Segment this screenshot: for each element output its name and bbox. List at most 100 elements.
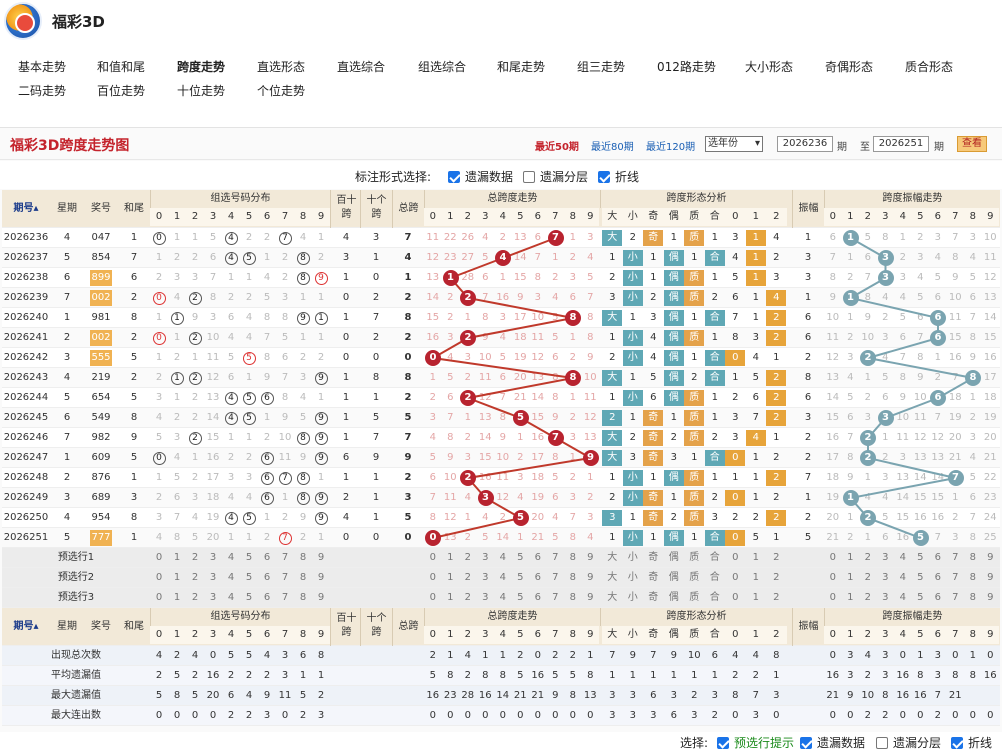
nav-item[interactable]: 个位走势 [257,82,305,99]
footer-opt-predict[interactable]: 预选行提示 [717,734,794,751]
option-miss-data[interactable]: 遗漏数据 [448,168,513,185]
nav-item[interactable]: 十位走势 [177,82,225,99]
nav-item[interactable]: 直选综合 [337,58,385,75]
predict-digit[interactable]: 8 [964,548,982,568]
predict-digit[interactable]: 6 [929,588,947,608]
predict-digit[interactable]: 8 [294,588,312,608]
predict-shape[interactable]: 0 [725,548,746,568]
predict-digit[interactable]: 0 [824,568,842,588]
predict-digit[interactable]: 1 [842,548,860,568]
predict-digit[interactable]: 9 [312,548,330,568]
from-issue-input[interactable]: 2026236 [777,136,833,152]
predict-digit[interactable]: 7 [276,548,294,568]
predict-digit[interactable]: 2 [186,548,204,568]
nav-item[interactable]: 百位走势 [97,82,145,99]
predict-shape[interactable]: 小 [623,568,644,588]
option-miss-layer[interactable]: 遗漏分层 [523,168,588,185]
predict-digit[interactable]: 8 [294,568,312,588]
predict-shape[interactable]: 偶 [664,588,685,608]
predict-digit[interactable]: 0 [424,588,442,608]
predict-digit[interactable]: 7 [547,568,565,588]
nav-item[interactable]: 质合形态 [905,58,953,75]
predict-shape[interactable]: 质 [684,548,705,568]
predict-digit[interactable]: 4 [494,568,512,588]
predict-digit[interactable]: 0 [824,588,842,608]
predict-digit[interactable]: 3 [477,548,495,568]
predict-digit[interactable]: 2 [459,568,477,588]
predict-digit[interactable]: 5 [512,568,530,588]
predict-digit[interactable]: 8 [564,548,582,568]
predict-digit[interactable]: 3 [877,588,895,608]
predict-digit[interactable]: 4 [894,568,912,588]
year-select[interactable]: 选年份 ▾ [705,136,763,152]
predict-digit[interactable]: 4 [222,548,240,568]
predict-digit[interactable]: 4 [894,588,912,608]
predict-digit[interactable]: 3 [204,548,222,568]
option-polyline[interactable]: 折线 [598,168,639,185]
predict-digit[interactable]: 0 [150,588,168,608]
recent-80-link[interactable]: 最近80期 [591,138,634,153]
predict-shape[interactable]: 奇 [643,548,664,568]
predict-shape[interactable]: 1 [746,548,767,568]
predict-digit[interactable]: 5 [912,568,930,588]
predict-digit[interactable]: 0 [424,548,442,568]
to-issue-input[interactable]: 2026251 [873,136,929,152]
predict-digit[interactable]: 2 [859,548,877,568]
predict-digit[interactable]: 7 [947,568,965,588]
predict-digit[interactable]: 5 [240,548,258,568]
predict-digit[interactable]: 2 [859,568,877,588]
predict-shape[interactable]: 小 [623,588,644,608]
predict-digit[interactable]: 6 [258,568,276,588]
predict-shape[interactable]: 2 [766,548,787,568]
predict-digit[interactable]: 9 [582,548,600,568]
predict-digit[interactable]: 7 [547,588,565,608]
nav-item[interactable]: 跨度走势 [177,58,225,75]
recent-120-link[interactable]: 最近120期 [646,138,695,153]
predict-digit[interactable]: 4 [222,568,240,588]
predict-digit[interactable]: 8 [564,588,582,608]
predict-shape[interactable]: 合 [705,568,726,588]
nav-item[interactable]: 奇偶形态 [825,58,873,75]
predict-digit[interactable]: 4 [494,548,512,568]
predict-shape[interactable]: 大 [602,568,623,588]
predict-digit[interactable]: 8 [964,568,982,588]
predict-digit[interactable]: 1 [842,568,860,588]
predict-digit[interactable]: 2 [459,588,477,608]
predict-shape[interactable]: 偶 [664,548,685,568]
predict-digit[interactable]: 0 [150,548,168,568]
predict-shape[interactable]: 奇 [643,568,664,588]
predict-digit[interactable]: 3 [477,588,495,608]
predict-digit[interactable]: 2 [186,568,204,588]
predict-digit[interactable]: 8 [294,548,312,568]
predict-digit[interactable]: 6 [929,548,947,568]
predict-digit[interactable]: 7 [947,588,965,608]
checkbox-icon[interactable] [951,736,963,749]
predict-shape[interactable]: 大 [602,588,623,608]
checkbox-icon[interactable] [800,736,812,749]
predict-digit[interactable]: 6 [529,568,547,588]
predict-digit[interactable]: 7 [947,548,965,568]
predict-digit[interactable]: 1 [842,588,860,608]
header-issue[interactable]: 期号▴ [2,190,50,228]
view-button[interactable]: 查看 [957,136,987,152]
predict-shape[interactable]: 2 [766,568,787,588]
nav-item[interactable]: 基本走势 [18,58,66,75]
recent-50-link[interactable]: 最近50期 [535,138,579,153]
nav-item[interactable]: 组三走势 [577,58,625,75]
predict-digit[interactable]: 3 [877,568,895,588]
predict-digit[interactable]: 4 [222,588,240,608]
checkbox-icon[interactable] [876,736,888,749]
predict-shape[interactable]: 合 [705,588,726,608]
predict-shape[interactable]: 2 [766,588,787,608]
predict-digit[interactable]: 6 [258,588,276,608]
predict-digit[interactable]: 5 [240,588,258,608]
predict-digit[interactable]: 7 [276,588,294,608]
predict-digit[interactable]: 0 [824,548,842,568]
predict-digit[interactable]: 5 [912,548,930,568]
predict-shape[interactable]: 0 [725,568,746,588]
footer-opt-layer[interactable]: 遗漏分层 [876,734,941,751]
predict-digit[interactable]: 9 [312,568,330,588]
predict-digit[interactable]: 9 [312,588,330,608]
predict-digit[interactable]: 1 [168,568,186,588]
nav-item[interactable]: 大小形态 [745,58,793,75]
